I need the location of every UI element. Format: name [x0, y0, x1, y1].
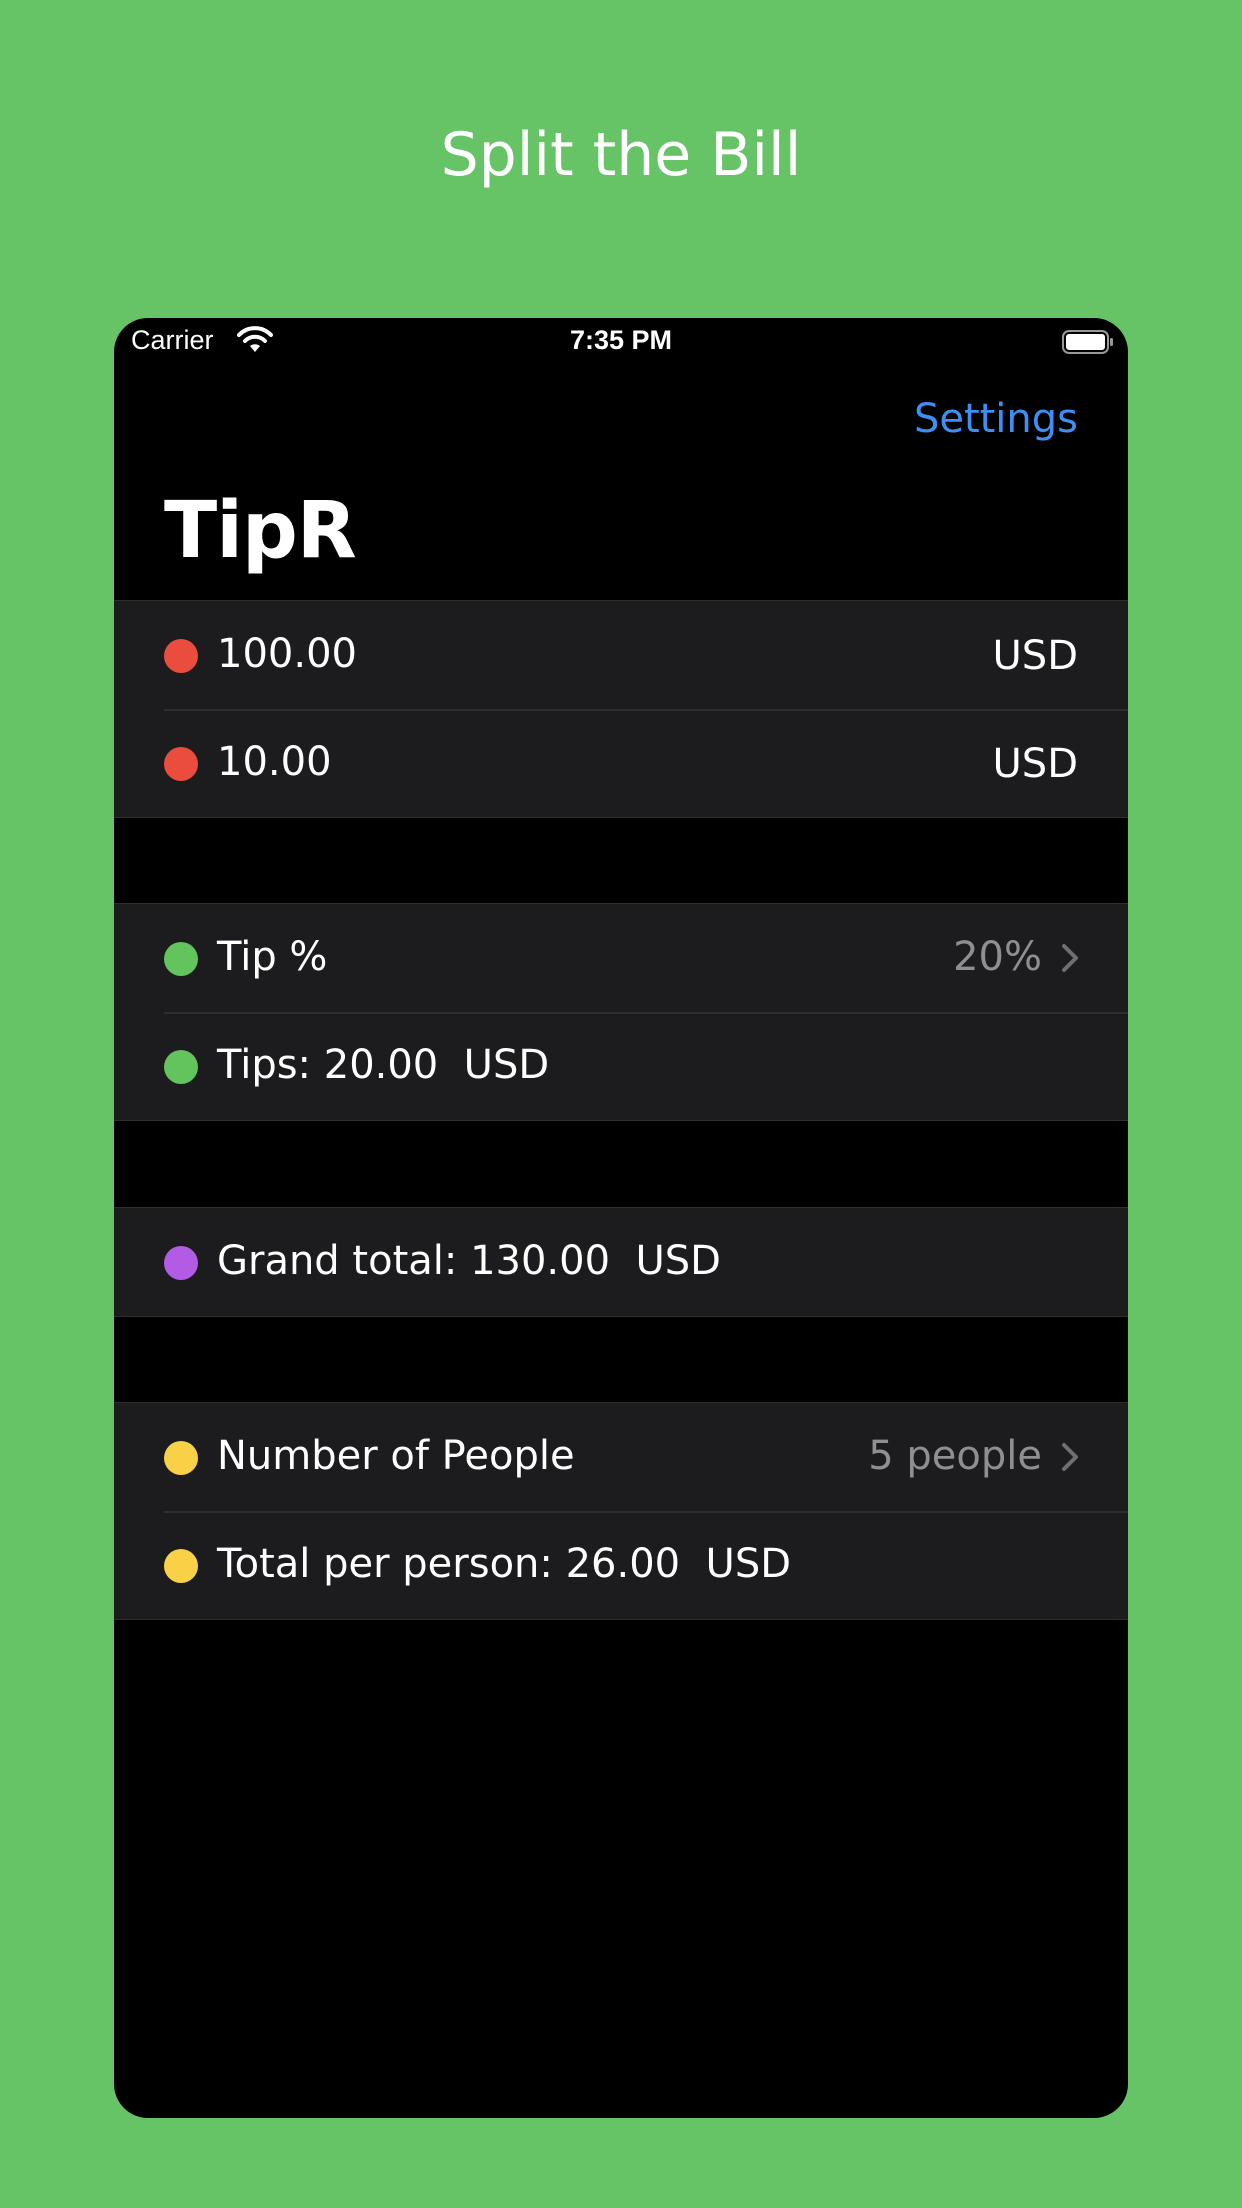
- extra-amount-row[interactable]: 10.00 USD: [114, 709, 1128, 817]
- bill-amount-input[interactable]: 100.00: [217, 631, 357, 677]
- tip-percent-row[interactable]: Tip % 20%: [114, 904, 1128, 1012]
- people-section: Number of People 5 people Total per pers…: [114, 1402, 1128, 1620]
- grand-total-label: Grand total: 130.00 USD: [217, 1238, 721, 1284]
- tip-percent-value: 20%: [953, 934, 1042, 980]
- number-of-people-value: 5 people: [868, 1433, 1042, 1479]
- extra-amount-input[interactable]: 10.00: [217, 739, 332, 785]
- bill-amount-row[interactable]: 100.00 USD: [114, 601, 1128, 709]
- currency-label: USD: [992, 741, 1078, 787]
- status-dot: [164, 1246, 198, 1280]
- settings-button[interactable]: Settings: [914, 396, 1078, 442]
- status-dot: [164, 942, 198, 976]
- status-dot: [164, 1549, 198, 1583]
- app-title: TipR: [164, 486, 357, 576]
- status-dot: [164, 1050, 198, 1084]
- per-person-label: Total per person: 26.00 USD: [217, 1541, 792, 1587]
- tips-row: Tips: 20.00 USD: [114, 1012, 1128, 1120]
- battery-icon: [1062, 330, 1113, 354]
- phone-screen: Carrier 7:35 PM Settings TipR 100.00 USD…: [114, 318, 1128, 2118]
- grand-total-row: Grand total: 130.00 USD: [114, 1208, 1128, 1316]
- chevron-right-icon: [1062, 1443, 1078, 1471]
- per-person-row: Total per person: 26.00 USD: [114, 1511, 1128, 1619]
- status-dot: [164, 639, 198, 673]
- total-section: Grand total: 130.00 USD: [114, 1207, 1128, 1317]
- status-bar: Carrier 7:35 PM: [114, 318, 1128, 368]
- tips-amount-label: Tips: 20.00 USD: [217, 1042, 550, 1088]
- clock-time: 7:35 PM: [569, 325, 673, 355]
- number-of-people-row[interactable]: Number of People 5 people: [114, 1403, 1128, 1511]
- number-of-people-label: Number of People: [217, 1433, 575, 1479]
- currency-label: USD: [992, 633, 1078, 679]
- status-dot: [164, 1441, 198, 1475]
- chevron-right-icon: [1062, 944, 1078, 972]
- tip-section: Tip % 20% Tips: 20.00 USD: [114, 903, 1128, 1121]
- status-dot: [164, 747, 198, 781]
- tip-percent-label: Tip %: [217, 934, 328, 980]
- promo-title: Split the Bill: [440, 120, 802, 190]
- bill-section: 100.00 USD 10.00 USD: [114, 600, 1128, 818]
